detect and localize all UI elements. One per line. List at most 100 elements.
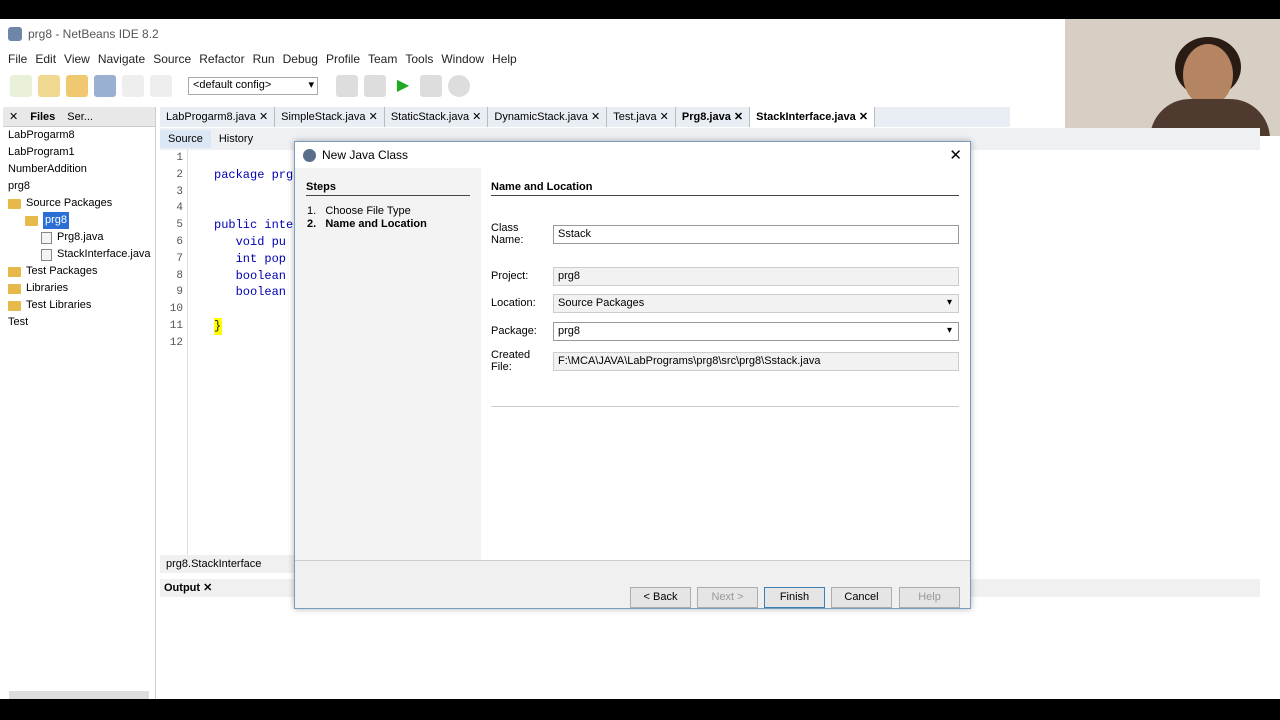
editor-tab[interactable]: SimpleStack.java ✕ [275,107,385,127]
tree-item[interactable]: Prg8.java [3,229,155,246]
redo-icon[interactable] [150,75,172,97]
tree-item[interactable]: LabProgarm8 [3,127,155,144]
source-tab[interactable]: Source [160,130,211,148]
next-button[interactable]: Next > [697,587,758,608]
code-line: int pop [214,251,287,266]
java-file-icon [41,231,52,244]
menu-run[interactable]: Run [249,52,279,66]
new-java-class-dialog: New Java Class ✕ Steps 1. Choose File Ty… [294,141,971,609]
folder-icon [8,300,21,311]
menu-view[interactable]: View [60,52,94,66]
netbeans-logo-icon [303,148,316,162]
editor-tab[interactable]: DynamicStack.java ✕ [488,107,608,127]
step-item: 1. Choose File Type [307,205,411,217]
tree-item[interactable]: Test Libraries [3,297,155,314]
clean-build-icon[interactable] [364,75,386,97]
code-line: public inte [214,218,294,233]
close-icon[interactable]: ✕ [949,146,962,164]
menu-window[interactable]: Window [437,52,488,66]
menu-refactor[interactable]: Refactor [195,52,248,66]
class-name-input[interactable]: Sstack [553,224,959,244]
code-line: package prg [214,167,294,182]
package-row: Package: prg8 ▾ [491,321,959,341]
editor-tab-active[interactable]: StackInterface.java ✕ [750,107,876,127]
build-icon[interactable] [336,75,358,97]
profile-icon[interactable] [448,75,470,97]
menu-source[interactable]: Source [149,52,195,66]
section-header: Name and Location [491,181,959,196]
cancel-button[interactable]: Cancel [831,587,892,608]
tab-services[interactable]: Ser... [61,111,99,123]
package-select[interactable]: prg8 ▾ [553,321,959,341]
tree-item[interactable]: Source Packages [3,195,155,212]
help-button[interactable]: Help [899,587,960,608]
menu-edit[interactable]: Edit [31,52,60,66]
chevron-down-icon: ▾ [308,79,314,91]
editor-tab[interactable]: StaticStack.java ✕ [385,107,489,127]
location-row: Location: Source Packages ▾ [491,293,959,313]
editor-tab[interactable]: LabProgarm8.java ✕ [160,107,276,127]
created-file-field: F:\MCA\JAVA\LabPrograms\prg8\src\prg8\Ss… [553,351,959,371]
menu-navigate[interactable]: Navigate [94,52,149,66]
tree-item[interactable]: prg8 [3,178,155,195]
netbeans-logo-icon [8,27,22,41]
open-project-icon[interactable] [66,75,88,97]
steps-list: 1. Choose File Type 2. Name and Location [307,205,427,231]
menu-tools[interactable]: Tools [401,52,437,66]
menu-team[interactable]: Team [364,52,401,66]
folder-icon [8,283,21,294]
debug-icon[interactable] [420,75,442,97]
code-line: boolean [214,285,287,300]
tab-files[interactable]: Files [24,111,61,123]
new-file-icon[interactable] [10,75,32,97]
new-project-icon[interactable] [38,75,60,97]
menu-profile[interactable]: Profile [322,52,364,66]
chevron-down-icon: ▾ [946,296,952,308]
location-select[interactable]: Source Packages ▾ [553,293,959,313]
output-tab[interactable]: Output [164,582,200,594]
left-panel-tabs: ✕ Files Ser... [3,107,155,127]
history-tab[interactable]: History [211,130,261,148]
dialog-title: New Java Class [322,148,409,162]
tree-item[interactable]: StackInterface.java [3,246,155,263]
config-select[interactable]: <default config> ▾ [188,77,318,95]
code-line: boolean [214,268,287,283]
tree-item[interactable]: NumberAddition [3,161,155,178]
class-name-row: Class Name: Sstack [491,222,959,246]
title-bar: prg8 - NetBeans IDE 8.2 [0,19,1065,49]
editor-tab[interactable]: Test.java ✕ [607,107,676,127]
created-file-label: Created File: [491,349,531,373]
netbeans-window: prg8 - NetBeans IDE 8.2 File Edit View N… [0,19,1280,699]
navigator-breadcrumb[interactable]: prg8.StackInterface [160,555,300,573]
projects-panel: ✕ Files Ser... LabProgarm8 LabProgram1 N… [3,107,156,699]
menu-bar: File Edit View Navigate Source Refactor … [0,49,1065,69]
code-editor[interactable]: package prg public inte void pu int pop … [214,150,304,352]
steps-header: Steps [306,181,470,196]
horizontal-scrollbar[interactable] [9,691,149,699]
tree-item-selected[interactable]: prg8 [3,212,155,229]
tree-item[interactable]: Test [3,314,155,331]
window-title: prg8 - NetBeans IDE 8.2 [28,27,159,41]
back-button[interactable]: < Back [630,587,691,608]
tree-item[interactable]: Test Packages [3,263,155,280]
finish-button[interactable]: Finish [764,587,825,608]
project-field: prg8 [553,266,959,286]
folder-icon [8,198,21,209]
save-all-icon[interactable] [94,75,116,97]
project-row: Project: prg8 [491,266,959,286]
close-icon[interactable]: ✕ [3,110,24,123]
menu-file[interactable]: File [4,52,31,66]
main-toolbar: <default config> ▾ ▶ [0,69,1065,103]
run-icon[interactable]: ▶ [392,75,414,97]
menu-help[interactable]: Help [488,52,521,66]
undo-icon[interactable] [122,75,144,97]
step-item-current: 2. Name and Location [307,218,427,230]
tree-item[interactable]: Libraries [3,280,155,297]
tree-item[interactable]: LabProgram1 [3,144,155,161]
menu-debug[interactable]: Debug [279,52,322,66]
editor-tab[interactable]: Prg8.java ✕ [676,107,751,127]
